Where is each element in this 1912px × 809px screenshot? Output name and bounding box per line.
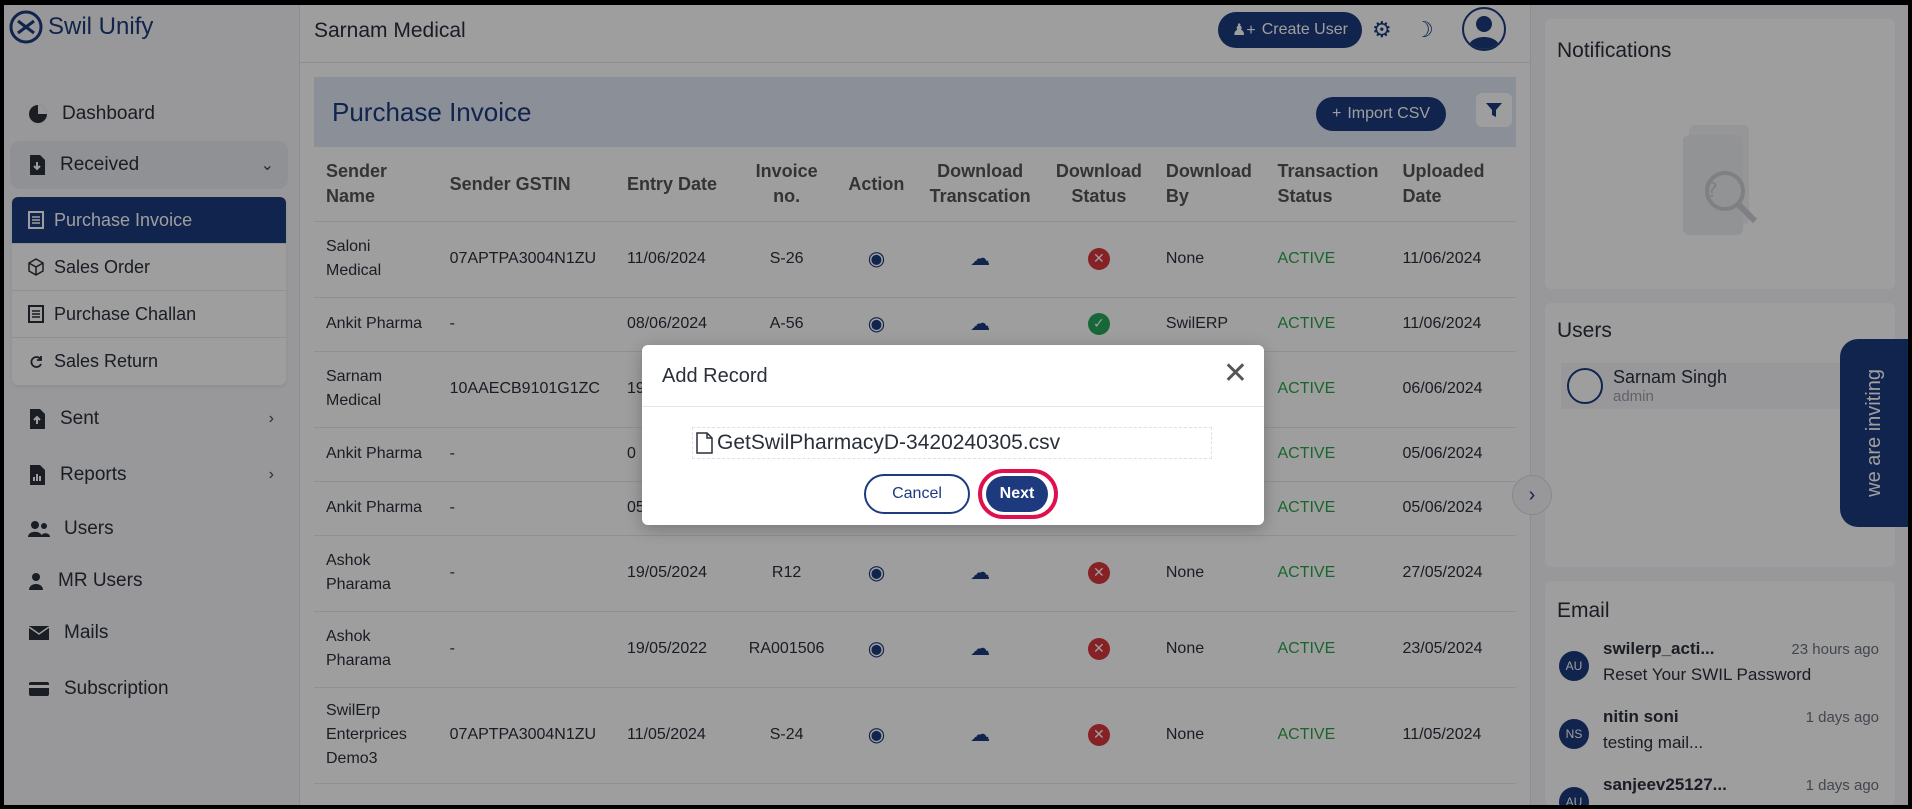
selected-file: GetSwilPharmacyD-3420240305.csv <box>692 427 1212 459</box>
csv-file-icon <box>696 432 713 454</box>
cancel-button[interactable]: Cancel <box>864 474 970 514</box>
add-record-dialog: Add Record ✕ GetSwilPharmacyD-3420240305… <box>642 345 1264 525</box>
close-icon[interactable]: ✕ <box>1223 359 1248 389</box>
next-button[interactable]: Next <box>986 476 1048 512</box>
dialog-title: Add Record <box>662 365 768 387</box>
dialog-header: Add Record ✕ <box>642 345 1264 407</box>
file-name: GetSwilPharmacyD-3420240305.csv <box>717 431 1061 454</box>
app-frame: Swil Unify Dashboard Received ⌄ Purchase… <box>4 5 1908 805</box>
